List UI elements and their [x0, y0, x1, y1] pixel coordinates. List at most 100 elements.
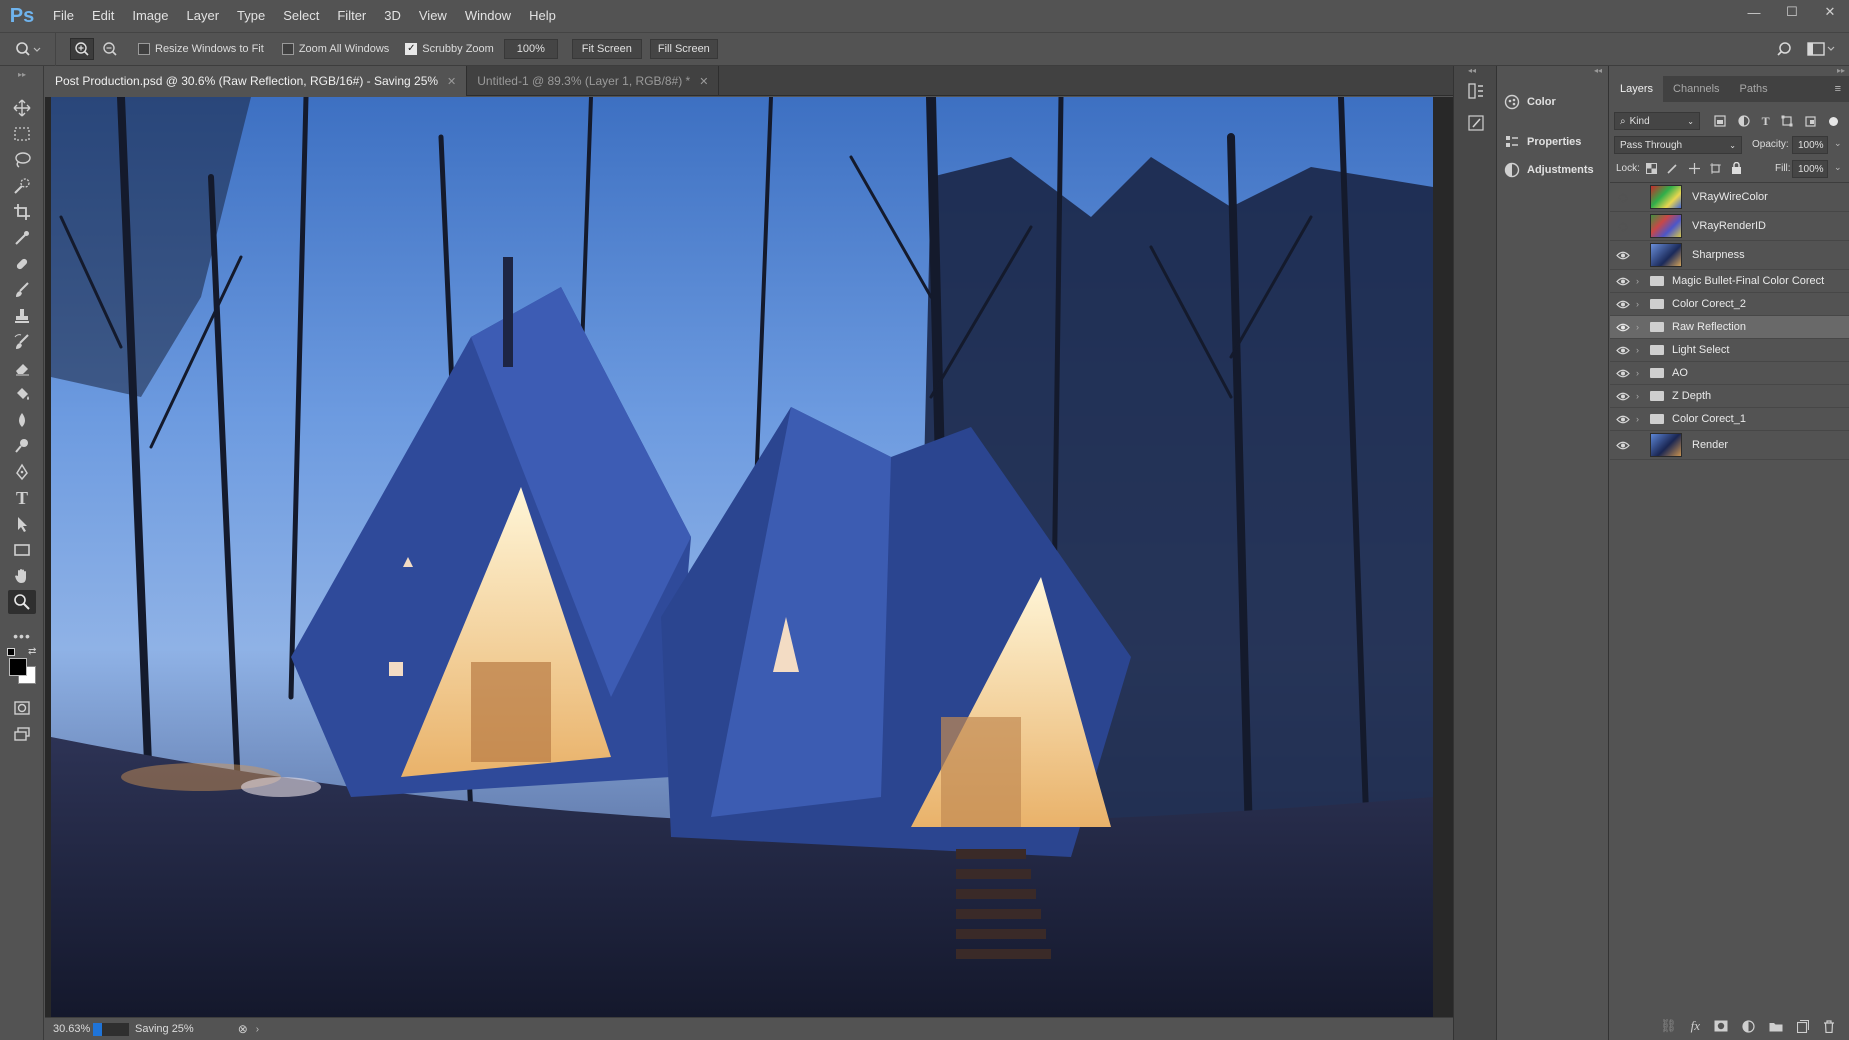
menu-item-layer[interactable]: Layer: [178, 0, 229, 32]
lock-pixels-icon[interactable]: [1667, 163, 1678, 174]
fx-icon[interactable]: fx: [1691, 1018, 1700, 1034]
pen-tool-icon[interactable]: [8, 460, 36, 484]
tab-layers[interactable]: Layers: [1610, 76, 1664, 102]
layer-row[interactable]: ◉ VRayWireColor: [1610, 183, 1849, 212]
color-panel-button[interactable]: Color: [1497, 88, 1609, 116]
collapse-toolbox-icon[interactable]: ▸▸: [8, 70, 36, 79]
fit-screen-button[interactable]: Fit Screen: [571, 39, 642, 59]
collapse-strip-icon[interactable]: ◂◂: [1468, 66, 1476, 75]
menu-item-type[interactable]: Type: [228, 0, 274, 32]
cancel-save-icon[interactable]: ⊗: [238, 1022, 248, 1036]
brush-tool-icon[interactable]: [8, 278, 36, 302]
smart-object-filter-icon[interactable]: [1805, 115, 1817, 127]
eye-icon[interactable]: [1610, 251, 1636, 260]
collapse-layers-icon[interactable]: ▸▸: [1837, 66, 1845, 75]
close-tab-icon[interactable]: ✕: [699, 75, 708, 88]
rectangle-tool-icon[interactable]: [8, 538, 36, 562]
document-canvas-image[interactable]: [51, 97, 1433, 1017]
history-brush-tool-icon[interactable]: [8, 330, 36, 354]
resize-windows-checkbox[interactable]: Resize Windows to Fit: [138, 43, 264, 55]
default-colors-icon[interactable]: [7, 648, 15, 656]
lock-all-icon[interactable]: [1731, 162, 1742, 174]
layer-row[interactable]: ◉ VRayRenderID: [1610, 212, 1849, 241]
expand-group-icon[interactable]: ›: [1636, 368, 1646, 378]
eye-icon[interactable]: [1610, 441, 1636, 450]
blend-mode-select[interactable]: Pass Through ⌄: [1614, 136, 1742, 154]
eye-icon[interactable]: [1610, 277, 1636, 286]
shape-filter-icon[interactable]: [1781, 115, 1793, 127]
layer-row[interactable]: › Z Depth: [1610, 385, 1849, 408]
expand-group-icon[interactable]: ›: [1636, 299, 1646, 309]
expand-group-icon[interactable]: ›: [1636, 345, 1646, 355]
close-window-button[interactable]: ✕: [1811, 0, 1849, 24]
menu-item-select[interactable]: Select: [274, 0, 328, 32]
zoom-tool-icon[interactable]: [8, 590, 36, 614]
zoom-all-box[interactable]: [281, 43, 294, 55]
expand-group-icon[interactable]: ›: [1636, 391, 1646, 401]
zoom-tool-preset-icon[interactable]: [0, 32, 56, 66]
menu-item-help[interactable]: Help: [520, 0, 565, 32]
filter-toggle-icon[interactable]: [1829, 116, 1839, 126]
canvas-area[interactable]: [45, 97, 1453, 1017]
opacity-input[interactable]: 100%: [1792, 136, 1828, 154]
zoom-all-windows-checkbox[interactable]: Zoom All Windows: [281, 43, 389, 55]
layer-row[interactable]: › Color Corect_1: [1610, 408, 1849, 431]
scrubby-zoom-box[interactable]: ✓: [405, 43, 418, 55]
adjustment-filter-icon[interactable]: [1738, 115, 1750, 127]
lasso-tool-icon[interactable]: [8, 148, 36, 172]
more-tools-icon[interactable]: •••: [8, 624, 36, 648]
fill-dropdown-icon[interactable]: ⌄: [1834, 162, 1842, 173]
expand-group-icon[interactable]: ›: [1636, 414, 1646, 424]
zoom-100-button[interactable]: 100%: [503, 39, 558, 59]
expand-group-icon[interactable]: ›: [1636, 276, 1646, 286]
menu-item-edit[interactable]: Edit: [83, 0, 123, 32]
expand-group-icon[interactable]: ›: [1636, 322, 1646, 332]
delete-layer-icon[interactable]: [1823, 1019, 1835, 1033]
clone-stamp-tool-icon[interactable]: [8, 304, 36, 328]
eye-icon[interactable]: [1610, 415, 1636, 424]
panel-menu-icon[interactable]: ≡: [1835, 83, 1841, 95]
search-icon[interactable]: [1769, 41, 1799, 57]
swap-colors-icon[interactable]: ⇄: [28, 646, 36, 657]
path-selection-tool-icon[interactable]: [8, 512, 36, 536]
close-tab-icon[interactable]: ✕: [447, 75, 456, 88]
pixel-filter-icon[interactable]: [1714, 115, 1726, 127]
tab-post-production[interactable]: Post Production.psd @ 30.6% (Raw Reflect…: [45, 66, 468, 96]
eyedropper-tool-icon[interactable]: [8, 226, 36, 250]
menu-item-window[interactable]: Window: [456, 0, 520, 32]
collapse-panels-icon[interactable]: ◂◂: [1594, 66, 1602, 75]
layer-row[interactable]: Render: [1610, 431, 1849, 460]
maximize-button[interactable]: ☐: [1773, 0, 1811, 24]
paint-bucket-tool-icon[interactable]: [8, 382, 36, 406]
blur-tool-icon[interactable]: [8, 408, 36, 432]
type-tool-icon[interactable]: T: [8, 486, 36, 510]
foreground-color-swatch[interactable]: [9, 658, 27, 676]
eye-icon[interactable]: [1610, 346, 1636, 355]
zoom-out-icon[interactable]: [98, 38, 122, 60]
menu-item-3d[interactable]: 3D: [375, 0, 410, 32]
tab-untitled-1[interactable]: Untitled-1 @ 89.3% (Layer 1, RGB/8#) * ✕: [467, 66, 720, 96]
zoom-level[interactable]: 30.63%: [53, 1023, 91, 1035]
visibility-toggle-empty[interactable]: ◉: [1610, 220, 1636, 233]
type-filter-icon[interactable]: T: [1762, 114, 1770, 129]
fill-screen-button[interactable]: Fill Screen: [649, 39, 718, 59]
brush-settings-panel-icon[interactable]: [1464, 112, 1488, 134]
eye-icon[interactable]: [1610, 300, 1636, 309]
scrubby-zoom-checkbox[interactable]: ✓ Scrubby Zoom: [405, 43, 494, 55]
properties-panel-button[interactable]: Properties: [1497, 128, 1609, 156]
layer-row[interactable]: › Magic Bullet-Final Color Corect: [1610, 270, 1849, 293]
minimize-button[interactable]: —: [1735, 0, 1773, 24]
history-panel-icon[interactable]: [1464, 80, 1488, 102]
new-group-icon[interactable]: [1769, 1021, 1783, 1032]
eye-icon[interactable]: [1610, 392, 1636, 401]
menu-item-file[interactable]: File: [44, 0, 83, 32]
marquee-tool-icon[interactable]: [8, 122, 36, 146]
eye-icon[interactable]: [1610, 323, 1636, 332]
screen-mode-icon[interactable]: [8, 722, 36, 746]
visibility-toggle-empty[interactable]: ◉: [1610, 191, 1636, 204]
layer-row[interactable]: › AO: [1610, 362, 1849, 385]
new-layer-icon[interactable]: [1797, 1019, 1809, 1033]
kind-filter-select[interactable]: ⌕ Kind ⌄: [1614, 112, 1700, 130]
layer-row[interactable]: Sharpness: [1610, 241, 1849, 270]
opacity-dropdown-icon[interactable]: ⌄: [1834, 138, 1842, 149]
